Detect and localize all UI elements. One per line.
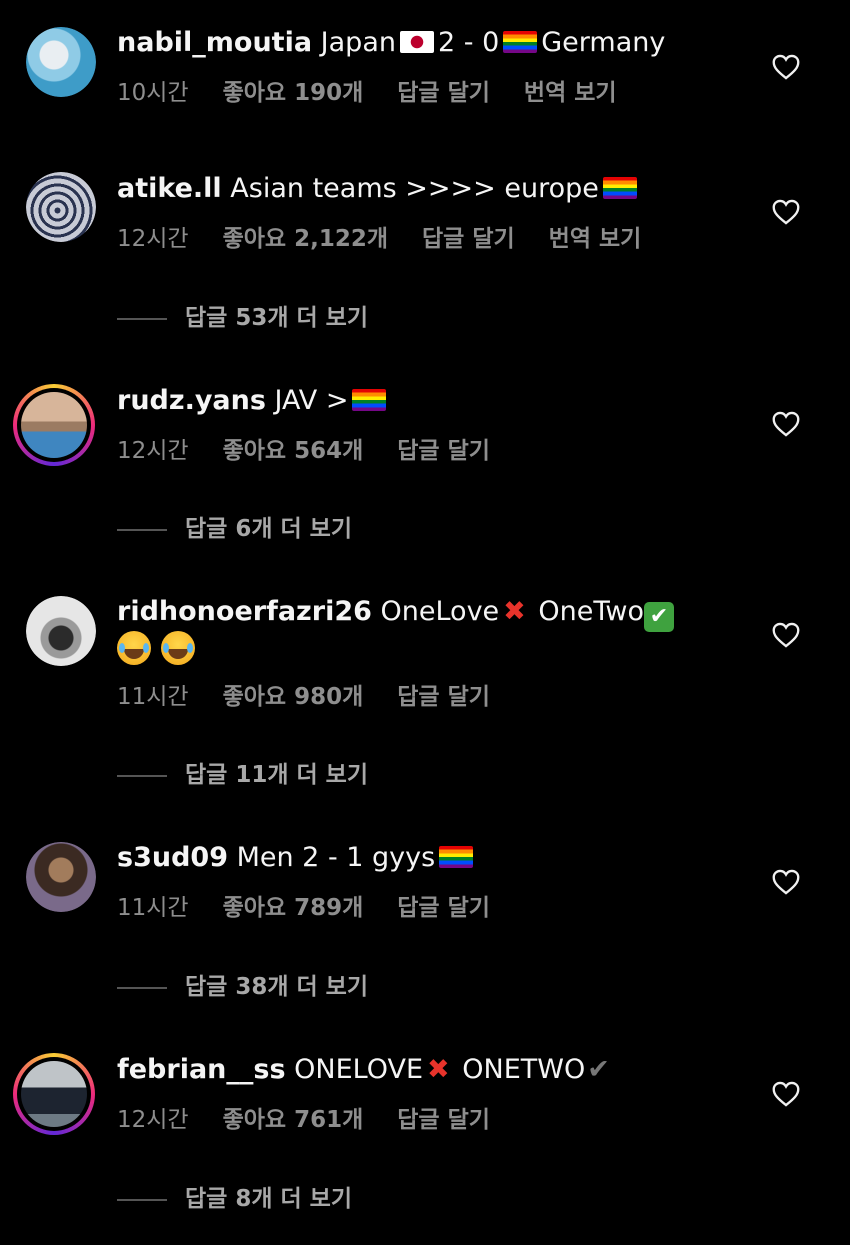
likes-count[interactable]: 좋아요 761개 — [223, 1104, 364, 1136]
heart-outline-icon[interactable] — [772, 199, 800, 225]
reply-button[interactable]: 답글 달기 — [397, 77, 490, 109]
comment-meta: 12시간 좋아요 564개 답글 달기 — [117, 435, 490, 467]
view-replies-label: 답글 6개 더 보기 — [185, 516, 352, 542]
translate-button[interactable]: 번역 보기 — [549, 223, 642, 255]
timestamp: 12시간 — [117, 226, 189, 252]
username[interactable]: rudz.yans — [117, 385, 266, 416]
japan-flag-icon — [399, 31, 434, 53]
rainbow-flag-icon — [503, 31, 538, 53]
reply-button[interactable]: 답글 달기 — [397, 435, 490, 467]
comment-body: OneLove — [380, 596, 500, 627]
divider — [117, 774, 167, 777]
view-replies-label: 답글 8개 더 보기 — [185, 1186, 352, 1212]
comment-meta: 12시간 좋아요 2,122개 답글 달기 번역 보기 — [117, 223, 641, 255]
likes-count[interactable]: 좋아요 980개 — [223, 681, 364, 713]
view-replies-button[interactable]: 답글 11개 더 보기 — [117, 759, 368, 791]
divider — [117, 317, 167, 320]
divider — [117, 986, 167, 989]
comment-text: s3ud09 Men 2 - 1 gyys — [117, 838, 477, 878]
divider — [117, 1198, 167, 1201]
avatar[interactable] — [26, 596, 96, 666]
cross-mark-icon: ✖ — [503, 596, 526, 627]
username[interactable]: febrian__ss — [117, 1054, 286, 1085]
comment-body: Germany — [541, 27, 666, 58]
view-replies-label: 답글 53개 더 보기 — [185, 305, 368, 331]
timestamp: 10시간 — [117, 80, 189, 106]
avatar[interactable] — [26, 27, 96, 97]
comment-text: nabil_moutia Japan 2 - 0 Germany — [117, 23, 665, 63]
avatar-story-ring[interactable] — [13, 1053, 95, 1135]
heart-outline-icon[interactable] — [772, 411, 800, 437]
reply-button[interactable]: 답글 달기 — [397, 681, 490, 713]
reply-button[interactable]: 답글 달기 — [422, 223, 515, 255]
avatar[interactable] — [26, 842, 96, 912]
avatar-story-ring[interactable] — [13, 384, 95, 466]
comment-meta: 12시간 좋아요 761개 답글 달기 — [117, 1104, 490, 1136]
comment-meta: 11시간 좋아요 789개 답글 달기 — [117, 892, 490, 924]
username[interactable]: atike.ll — [117, 173, 222, 204]
likes-count[interactable]: 좋아요 2,122개 — [223, 223, 388, 255]
username[interactable]: s3ud09 — [117, 842, 228, 873]
view-replies-button[interactable]: 답글 38개 더 보기 — [117, 971, 368, 1003]
avatar[interactable] — [26, 172, 96, 242]
tears-of-joy-icon — [117, 631, 151, 665]
comment-body: Japan — [320, 27, 396, 58]
tears-of-joy-icon — [161, 631, 195, 665]
timestamp: 12시간 — [117, 438, 189, 464]
view-replies-button[interactable]: 답글 8개 더 보기 — [117, 1183, 352, 1215]
view-replies-label: 답글 11개 더 보기 — [185, 762, 368, 788]
comment-meta: 10시간 좋아요 190개 답글 달기 번역 보기 — [117, 77, 617, 109]
timestamp: 11시간 — [117, 895, 189, 921]
check-mark-icon: ✔ — [587, 1054, 610, 1085]
rainbow-flag-icon — [352, 389, 387, 411]
view-replies-button[interactable]: 답글 6개 더 보기 — [117, 513, 352, 545]
heart-outline-icon[interactable] — [772, 622, 800, 648]
translate-button[interactable]: 번역 보기 — [524, 77, 617, 109]
comment-body: ONETWO — [462, 1054, 586, 1085]
comment-body: 2 - 0 — [437, 27, 500, 58]
likes-count[interactable]: 좋아요 564개 — [223, 435, 364, 467]
heart-outline-icon[interactable] — [772, 869, 800, 895]
comment-body: Asian teams >>>> europe — [230, 173, 599, 204]
heart-outline-icon[interactable] — [772, 1081, 800, 1107]
likes-count[interactable]: 좋아요 789개 — [223, 892, 364, 924]
reply-button[interactable]: 답글 달기 — [397, 1104, 490, 1136]
rainbow-flag-icon — [602, 177, 637, 199]
comment-text: febrian__ss ONELOVE ✖ ONETWO✔ — [117, 1050, 610, 1090]
view-replies-label: 답글 38개 더 보기 — [185, 974, 368, 1000]
comment-text: rudz.yans JAV > — [117, 381, 390, 421]
reply-button[interactable]: 답글 달기 — [397, 892, 490, 924]
comment-text: atike.ll Asian teams >>>> europe — [117, 169, 641, 209]
comment-text-line2 — [117, 631, 205, 671]
heart-outline-icon[interactable] — [772, 54, 800, 80]
comment-body: JAV > — [274, 385, 349, 416]
cross-mark-icon: ✖ — [427, 1054, 450, 1085]
view-replies-button[interactable]: 답글 53개 더 보기 — [117, 302, 368, 334]
rainbow-flag-icon — [439, 846, 474, 868]
comment-meta: 11시간 좋아요 980개 답글 달기 — [117, 681, 490, 713]
username[interactable]: nabil_moutia — [117, 27, 312, 58]
timestamp: 12시간 — [117, 1107, 189, 1133]
timestamp: 11시간 — [117, 684, 189, 710]
comment-text: ridhonoerfazri26 OneLove ✖ OneTwo ✔ — [117, 592, 674, 632]
likes-count[interactable]: 좋아요 190개 — [223, 77, 364, 109]
comment-body: OneTwo — [538, 596, 644, 627]
username[interactable]: ridhonoerfazri26 — [117, 596, 372, 627]
comment-body: Men 2 - 1 gyys — [236, 842, 436, 873]
divider — [117, 528, 167, 531]
check-box-icon: ✔ — [643, 602, 674, 632]
comment-body: ONELOVE — [294, 1054, 424, 1085]
